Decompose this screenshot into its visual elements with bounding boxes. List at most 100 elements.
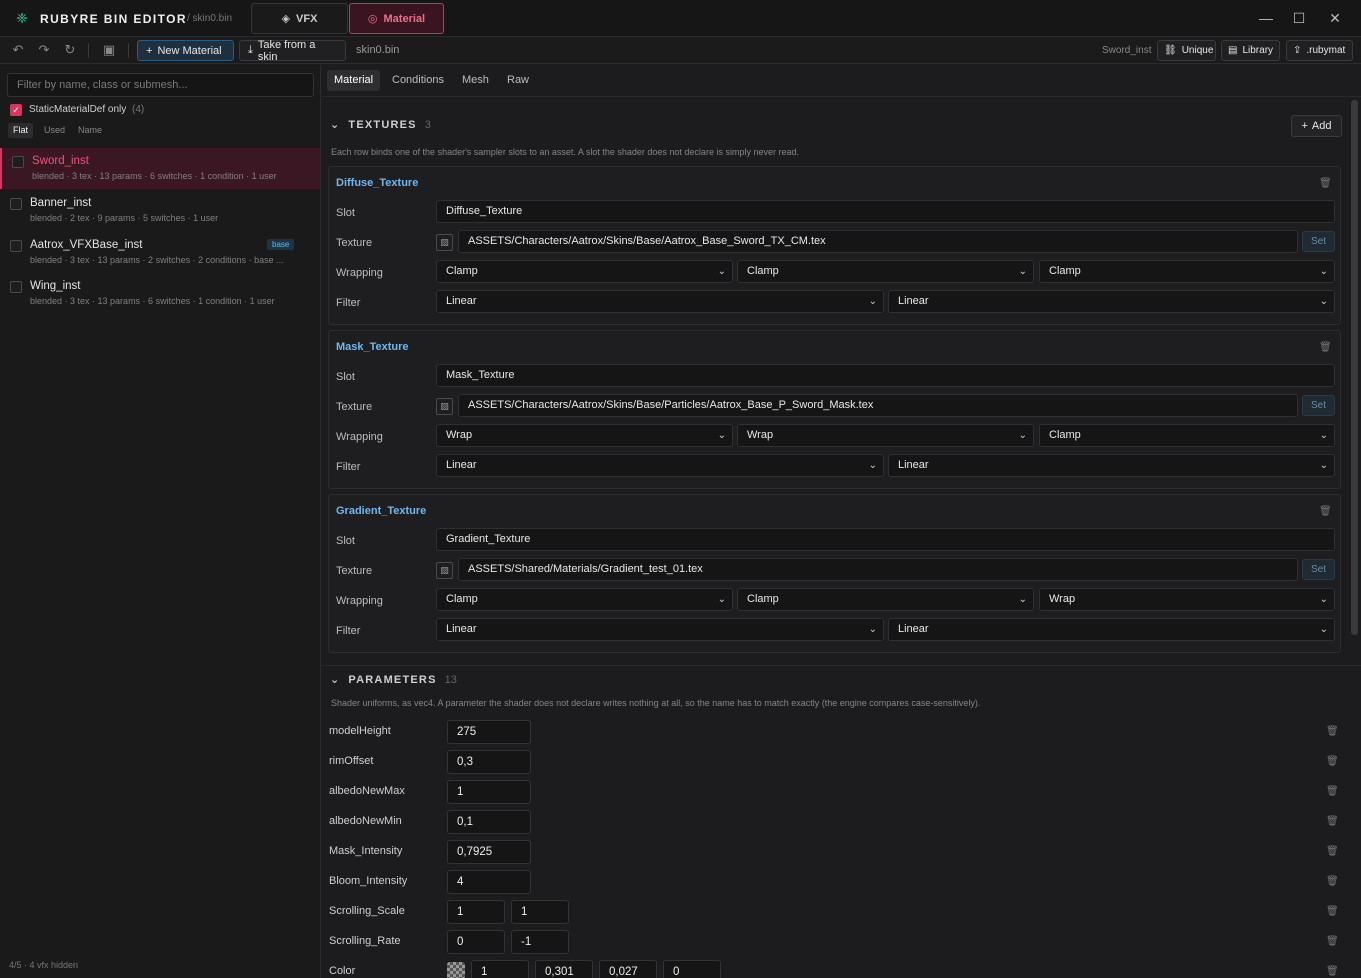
redo-icon[interactable]: ↷ bbox=[35, 41, 53, 59]
texture-path-input[interactable]: ASSETS/Characters/Aatrox/Skins/Base/Aatr… bbox=[458, 230, 1298, 253]
trash-icon[interactable]: 🗑 bbox=[1326, 816, 1339, 828]
set-texture-button[interactable]: Set bbox=[1302, 559, 1335, 580]
scrollbar[interactable] bbox=[1351, 100, 1358, 635]
save-icon[interactable]: ▣ bbox=[100, 41, 118, 59]
parameter-name: Scrolling_Scale bbox=[329, 905, 405, 917]
undo-icon[interactable]: ↶ bbox=[9, 41, 27, 59]
trash-icon[interactable]: 🗑 bbox=[1326, 876, 1339, 888]
parameter-value-input[interactable]: -1 bbox=[511, 930, 569, 954]
wrap-y-select[interactable]: Clamp ⌄ bbox=[737, 260, 1034, 283]
subtab-material[interactable]: Material bbox=[327, 70, 381, 91]
close-icon[interactable]: ✕ bbox=[1326, 9, 1344, 27]
material-meta: blended · 3 tex · 13 params · 2 switches… bbox=[30, 255, 284, 265]
wrap-x-select[interactable]: Wrap ⌄ bbox=[436, 424, 733, 447]
maximize-icon[interactable]: ☐ bbox=[1290, 9, 1308, 27]
wrap-x-select[interactable]: Clamp ⌄ bbox=[436, 260, 733, 283]
parameter-value-input[interactable]: 275 bbox=[447, 720, 531, 744]
filter-input[interactable] bbox=[7, 73, 314, 97]
set-texture-button[interactable]: Set bbox=[1302, 231, 1335, 252]
minimize-icon[interactable]: — bbox=[1257, 9, 1275, 27]
trash-icon[interactable]: 🗑 bbox=[1319, 178, 1332, 190]
parameter-value-input[interactable]: 1 bbox=[471, 960, 529, 978]
parameter-value-input[interactable]: 0,7925 bbox=[447, 840, 531, 864]
filter-mag-select[interactable]: Linear ⌄ bbox=[888, 454, 1335, 477]
parameter-value-input[interactable]: 0,301 bbox=[535, 960, 593, 978]
trash-icon[interactable]: 🗑 bbox=[1326, 756, 1339, 768]
chevron-down-icon: ⌄ bbox=[1319, 460, 1328, 471]
slot-input[interactable]: Diffuse_Texture bbox=[436, 200, 1335, 223]
parameter-value-input[interactable]: 0 bbox=[447, 930, 505, 954]
parameter-value-input[interactable]: 0,3 bbox=[447, 750, 531, 774]
trash-icon[interactable]: 🗑 bbox=[1319, 342, 1332, 354]
material-list-item[interactable]: Sword_inst blended · 3 tex · 13 params ·… bbox=[0, 148, 320, 189]
filter-mag-select[interactable]: Linear ⌄ bbox=[888, 618, 1335, 641]
texture-title: Mask_Texture bbox=[336, 341, 409, 353]
material-checkbox[interactable] bbox=[10, 240, 22, 252]
chevron-down-icon: ⌄ bbox=[717, 430, 726, 441]
image-icon[interactable]: ▨ bbox=[436, 398, 453, 415]
filter-min-select[interactable]: Linear ⌄ bbox=[436, 618, 884, 641]
material-checkbox[interactable] bbox=[10, 198, 22, 210]
texture-path-input[interactable]: ASSETS/Shared/Materials/Gradient_test_01… bbox=[458, 558, 1298, 581]
reload-icon[interactable]: ↻ bbox=[61, 41, 79, 59]
parameter-value-input[interactable]: 0,1 bbox=[447, 810, 531, 834]
trash-icon[interactable]: 🗑 bbox=[1326, 786, 1339, 798]
image-icon[interactable]: ▨ bbox=[436, 562, 453, 579]
subtab-mesh[interactable]: Mesh bbox=[455, 70, 496, 91]
wrap-y-select[interactable]: Wrap ⌄ bbox=[737, 424, 1034, 447]
download-icon: ⤓ bbox=[248, 44, 253, 56]
add-texture-button[interactable]: + Add bbox=[1291, 115, 1342, 137]
tab-vfx[interactable]: ◈ VFX bbox=[251, 3, 348, 34]
trash-icon[interactable]: 🗑 bbox=[1326, 846, 1339, 858]
material-list-item[interactable]: Banner_inst blended · 2 tex · 9 params ·… bbox=[0, 190, 320, 231]
trash-icon[interactable]: 🗑 bbox=[1326, 726, 1339, 738]
filter-min-select[interactable]: Linear ⌄ bbox=[436, 454, 884, 477]
rubymat-button[interactable]: ⇪ .rubymat bbox=[1286, 40, 1353, 61]
material-checkbox[interactable] bbox=[12, 156, 24, 168]
color-swatch[interactable] bbox=[447, 962, 465, 978]
parameter-value-input[interactable]: 1 bbox=[511, 900, 569, 924]
new-material-button[interactable]: + New Material bbox=[137, 40, 234, 61]
parameter-value-input[interactable]: 4 bbox=[447, 870, 531, 894]
textures-header[interactable]: ⌄ TEXTURES 3 bbox=[330, 118, 431, 132]
image-icon[interactable]: ▨ bbox=[436, 234, 453, 251]
library-label: Library bbox=[1242, 45, 1274, 56]
parameter-value-input[interactable]: 0,027 bbox=[599, 960, 657, 978]
tab-material[interactable]: ◎ Material bbox=[349, 3, 444, 34]
subtab-conditions[interactable]: Conditions bbox=[385, 70, 451, 91]
filter-mag-value: Linear bbox=[898, 623, 929, 635]
chevron-down-icon: ⌄ bbox=[330, 119, 341, 131]
parameter-row: Color 1 0,301 0,027 0 🗑 bbox=[322, 957, 1361, 978]
trash-icon[interactable]: 🗑 bbox=[1326, 936, 1339, 948]
material-list-item[interactable]: Wing_inst blended · 3 tex · 13 params · … bbox=[0, 273, 320, 314]
unique-button[interactable]: ⛓ Unique bbox=[1157, 40, 1216, 61]
texture-path-input[interactable]: ASSETS/Characters/Aatrox/Skins/Base/Part… bbox=[458, 394, 1298, 417]
mode-flat[interactable]: Flat bbox=[8, 123, 34, 138]
material-checkbox[interactable] bbox=[10, 281, 22, 293]
material-list-item[interactable]: Aatrox_VFXBase_inst base blended · 3 tex… bbox=[0, 232, 320, 273]
wrap-y-select[interactable]: Clamp ⌄ bbox=[737, 588, 1034, 611]
take-from-skin-button[interactable]: ⤓ Take from a skin bbox=[239, 39, 346, 63]
wrap-z-select[interactable]: Wrap ⌄ bbox=[1039, 588, 1335, 611]
trash-icon[interactable]: 🗑 bbox=[1326, 906, 1339, 918]
filter-min-select[interactable]: Linear ⌄ bbox=[436, 290, 884, 313]
parameter-value-input[interactable]: 1 bbox=[447, 900, 505, 924]
library-button[interactable]: ▤ Library bbox=[1221, 40, 1280, 61]
parameter-value-input[interactable]: 0 bbox=[663, 960, 721, 978]
wrap-z-select[interactable]: Clamp ⌄ bbox=[1039, 260, 1335, 283]
filter-mag-select[interactable]: Linear ⌄ bbox=[888, 290, 1335, 313]
trash-icon[interactable]: 🗑 bbox=[1319, 506, 1332, 518]
trash-icon[interactable]: 🗑 bbox=[1326, 966, 1339, 978]
chevron-down-icon: ⌄ bbox=[717, 266, 726, 277]
parameter-value-input[interactable]: 1 bbox=[447, 780, 531, 804]
static-only-checkbox[interactable]: ✓ bbox=[10, 104, 22, 116]
set-texture-button[interactable]: Set bbox=[1302, 395, 1335, 416]
slot-input[interactable]: Mask_Texture bbox=[436, 364, 1335, 387]
wrap-z-select[interactable]: Clamp ⌄ bbox=[1039, 424, 1335, 447]
slot-input[interactable]: Gradient_Texture bbox=[436, 528, 1335, 551]
mode-used[interactable]: Used bbox=[39, 123, 70, 138]
wrap-x-select[interactable]: Clamp ⌄ bbox=[436, 588, 733, 611]
subtab-raw[interactable]: Raw bbox=[500, 70, 536, 91]
mode-name[interactable]: Name bbox=[73, 123, 107, 138]
parameters-header[interactable]: ⌄ PARAMETERS 13 bbox=[330, 673, 457, 687]
